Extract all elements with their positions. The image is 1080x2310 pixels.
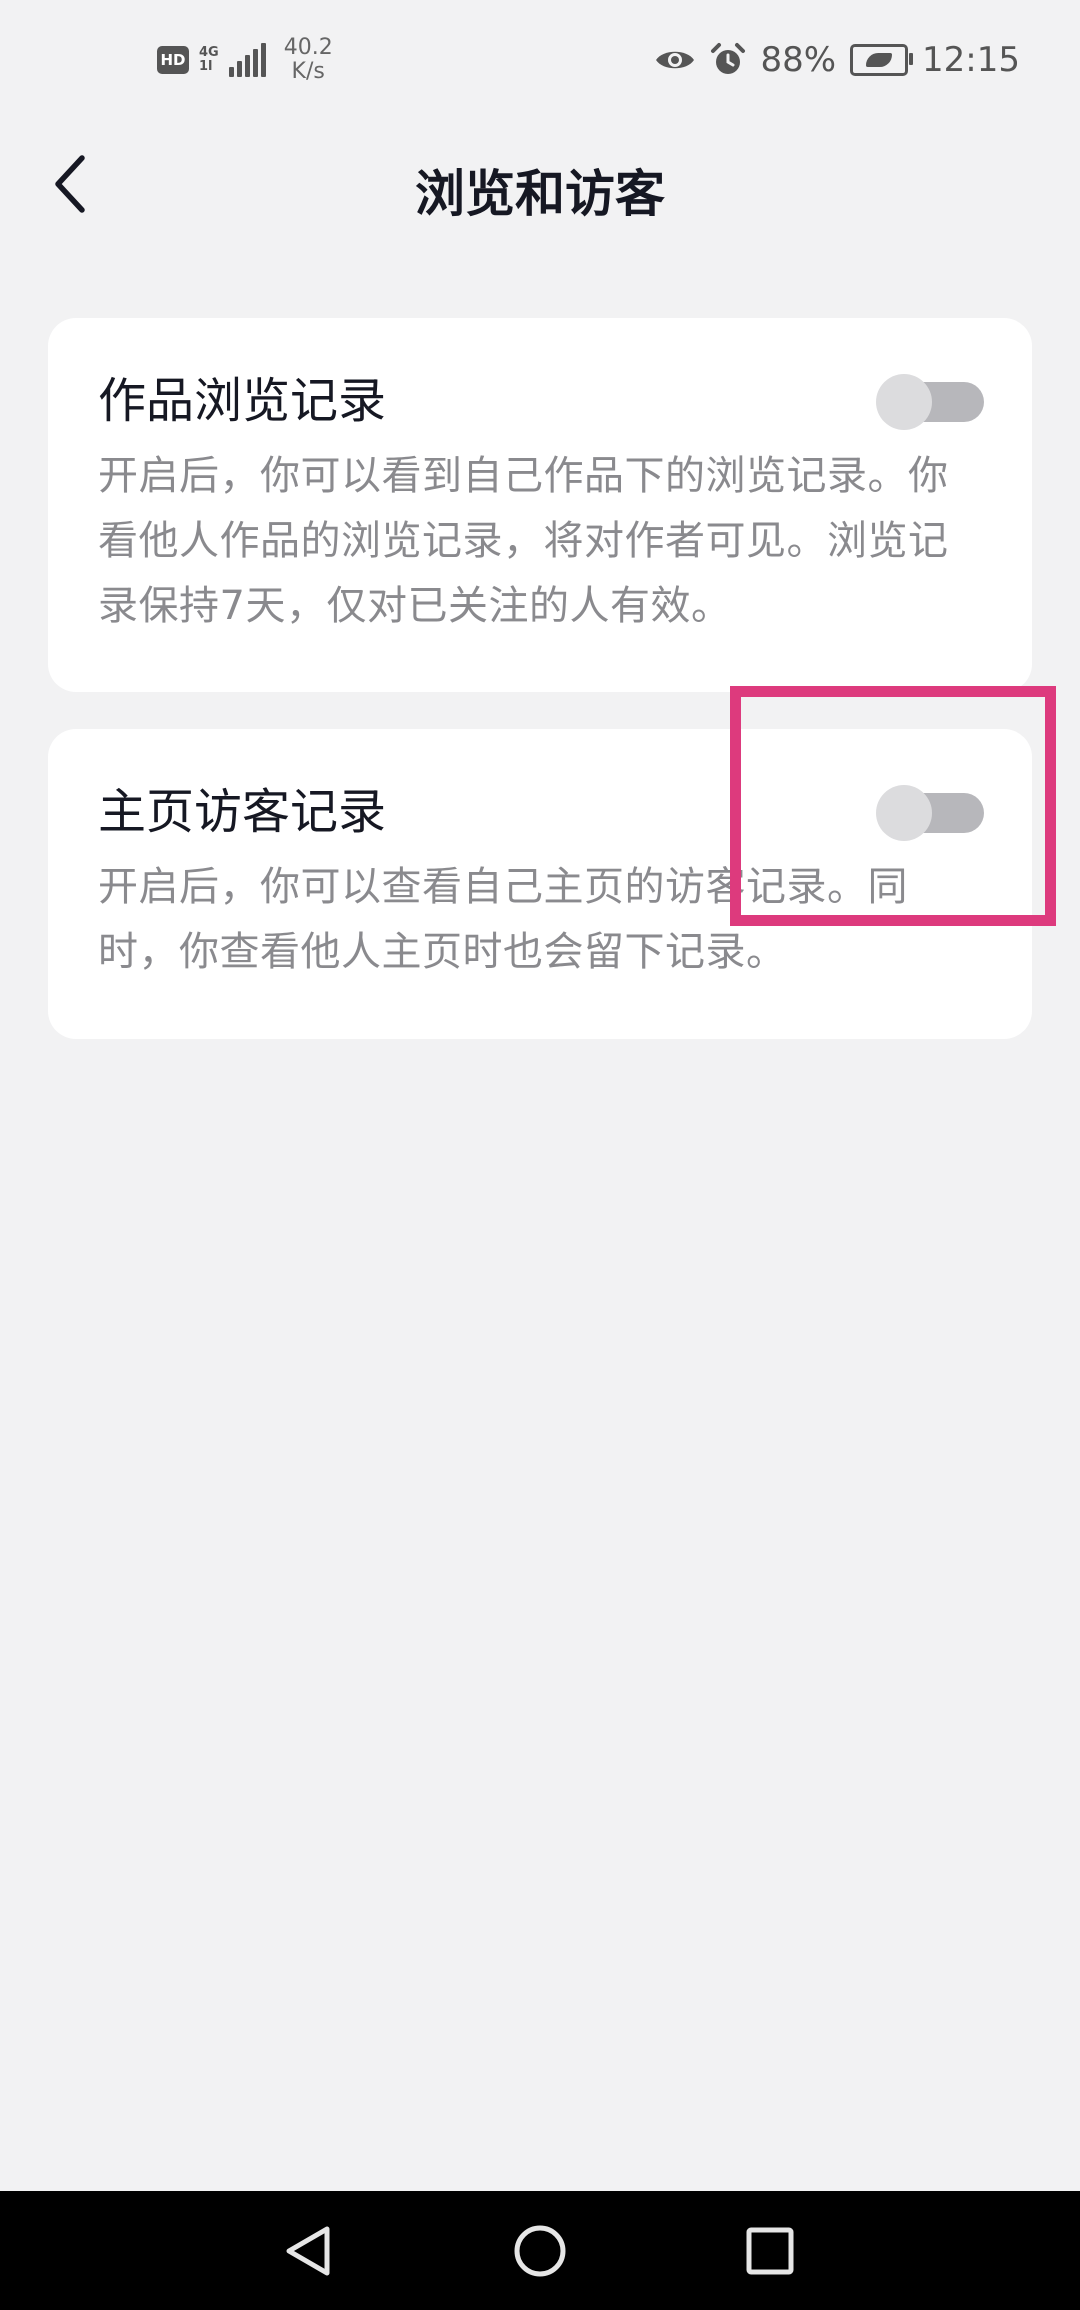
works-browsing-toggle[interactable] — [876, 368, 984, 430]
hd-badge: HD — [157, 46, 189, 74]
battery-icon — [850, 44, 914, 76]
network-speed-value: 40.2 — [283, 35, 333, 60]
nav-recents-button[interactable] — [738, 2219, 802, 2283]
toggle-knob — [876, 374, 932, 430]
alarm-icon — [711, 43, 746, 74]
circle-home-icon — [514, 2225, 566, 2277]
network-activity: 1l — [199, 59, 213, 74]
setting-card-works-browsing: 作品浏览记录 开启后，你可以看到自己作品下的浏览记录。你看他人作品的浏览记录，将… — [48, 318, 1032, 692]
battery-percent: 88% — [760, 40, 837, 80]
status-left: HD 4G 1l 40.2 K/s — [157, 36, 333, 84]
network-speed-unit: K/s — [291, 59, 325, 84]
page-title: 浏览和访客 — [415, 165, 665, 223]
setting-description: 开启后，你可以看到自己作品下的浏览记录。你看他人作品的浏览记录，将对作者可见。浏… — [98, 453, 949, 629]
eye-icon — [656, 51, 695, 69]
status-bar: HD 4G 1l 40.2 K/s 88% 12:15 — [0, 0, 1080, 124]
page-header: 浏览和访客 — [0, 124, 1080, 244]
system-navigation-bar — [0, 2191, 1080, 2310]
highlight-annotation-box — [730, 686, 1056, 926]
network-type: 4G 1l — [199, 46, 219, 74]
setting-title: 作品浏览记录 — [98, 373, 387, 429]
triangle-back-icon — [286, 2226, 330, 2276]
battery-saver-leaf-icon — [866, 53, 893, 67]
network-speed: 40.2 K/s — [284, 36, 333, 84]
nav-back-button[interactable] — [276, 2219, 340, 2283]
square-recents-icon — [746, 2227, 794, 2275]
clock: 12:15 — [922, 40, 1020, 80]
signal-icon — [228, 43, 266, 77]
network-type-label: 4G — [199, 45, 219, 60]
nav-home-button[interactable] — [508, 2219, 572, 2283]
status-right: 88% 12:15 — [654, 40, 1020, 80]
